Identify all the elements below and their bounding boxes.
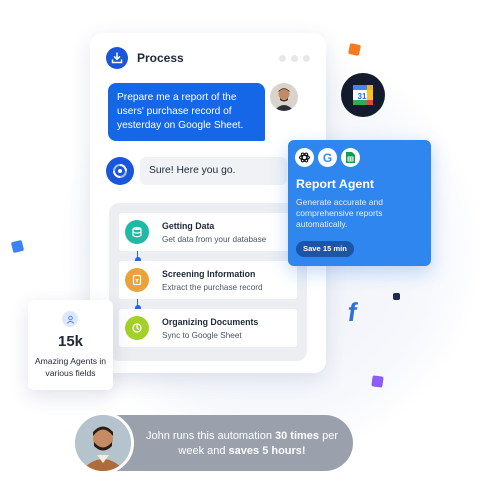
document-filter-icon bbox=[125, 268, 149, 292]
decorative-square-purple bbox=[371, 375, 384, 388]
step-subtitle: Get data from your database bbox=[162, 235, 267, 244]
steps-panel: Getting Data Get data from your database… bbox=[109, 203, 307, 361]
step-subtitle: Sync to Google Sheet bbox=[162, 331, 242, 340]
database-icon bbox=[125, 220, 149, 244]
john-avatar bbox=[72, 412, 134, 474]
testimonial-savings: saves 5 hours! bbox=[228, 445, 306, 457]
window-dot bbox=[279, 55, 286, 62]
step-subtitle: Extract the purchase record bbox=[162, 283, 263, 292]
testimonial-text: John runs this automation 30 times per w… bbox=[139, 429, 345, 459]
facebook-icon: f bbox=[346, 297, 368, 329]
window-dot bbox=[303, 55, 310, 62]
step-title: Organizing Documents bbox=[162, 317, 259, 327]
svg-text:G: G bbox=[323, 151, 332, 164]
agents-stat-card: 15k Amazing Agents in various fields bbox=[28, 300, 113, 390]
report-agent-description: Generate accurate and comprehensive repo… bbox=[296, 197, 383, 229]
report-agent-card[interactable]: G Report Agent Generate accurate and com… bbox=[288, 140, 431, 266]
integration-icons: G bbox=[295, 148, 360, 167]
download-icon bbox=[106, 47, 128, 69]
chatgpt-icon bbox=[295, 148, 314, 167]
window-dot bbox=[291, 55, 298, 62]
time-saved-badge: Save 15 min bbox=[296, 241, 354, 257]
step-title: Screening Information bbox=[162, 269, 256, 279]
user-avatar bbox=[270, 83, 298, 111]
testimonial-frequency: 30 times bbox=[275, 430, 320, 442]
agents-count: 15k bbox=[57, 333, 84, 350]
agent-reply-bubble: Sure! Here you go. bbox=[140, 157, 287, 185]
testimonial-prefix: John runs this automation bbox=[145, 430, 276, 442]
google-calendar-icon: 31 bbox=[341, 73, 385, 117]
svg-text:f: f bbox=[348, 298, 359, 324]
google-sheets-icon bbox=[341, 148, 360, 167]
decorative-square-navy bbox=[393, 293, 400, 300]
step-getting-data[interactable]: Getting Data Get data from your database bbox=[119, 213, 297, 251]
testimonial-pill: John runs this automation 30 times per w… bbox=[72, 412, 353, 474]
window-dots[interactable] bbox=[279, 55, 310, 62]
sync-icon bbox=[125, 316, 149, 340]
user-message-bubble: Prepare me a report of the users' purcha… bbox=[108, 83, 265, 141]
step-title: Getting Data bbox=[162, 221, 215, 231]
process-title: Process bbox=[137, 51, 184, 65]
card-header: Process bbox=[106, 47, 184, 69]
step-organizing-documents[interactable]: Organizing Documents Sync to Google Shee… bbox=[119, 309, 297, 347]
user-icon bbox=[62, 311, 78, 327]
agents-description: Amazing Agents in various fields bbox=[34, 356, 107, 378]
step-screening-information[interactable]: Screening Information Extract the purcha… bbox=[119, 261, 297, 299]
agent-logo-icon bbox=[106, 157, 134, 185]
decorative-square-orange bbox=[347, 42, 362, 57]
svg-text:31: 31 bbox=[358, 92, 367, 101]
google-icon: G bbox=[318, 148, 337, 167]
decorative-square-blue bbox=[10, 239, 25, 254]
report-agent-title: Report Agent bbox=[296, 177, 375, 191]
